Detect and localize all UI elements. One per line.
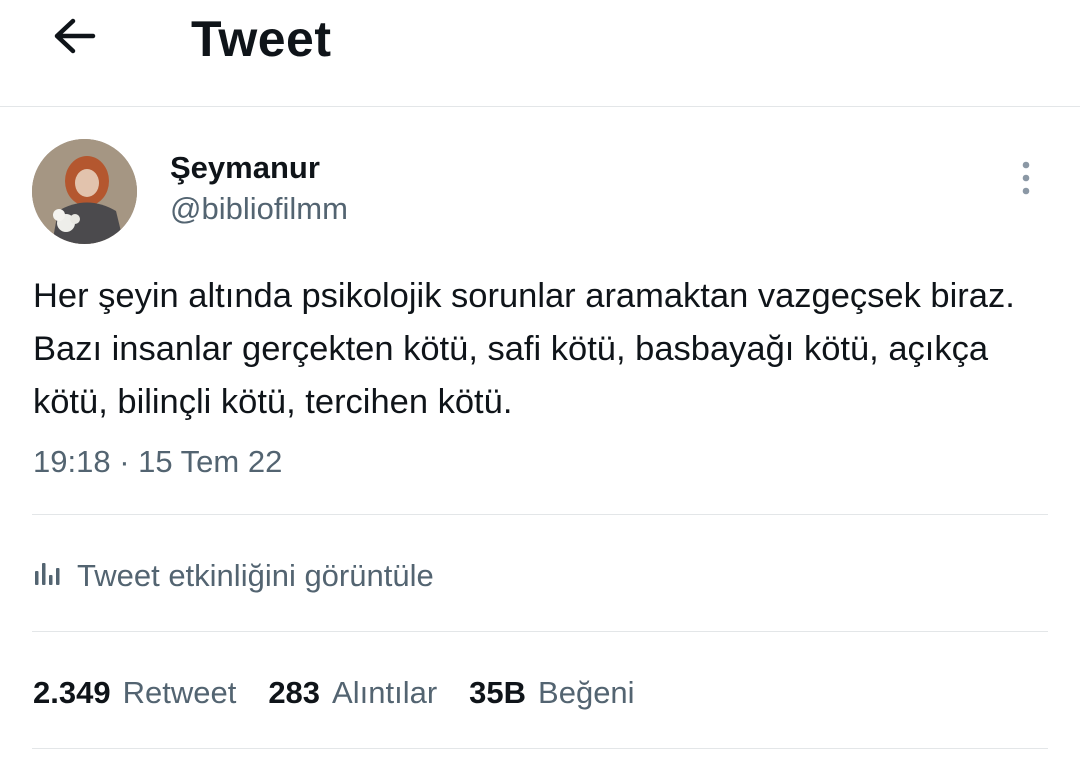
tweet-text: Her şeyin altında psikolojik sorunlar ar… [33, 277, 1015, 421]
avatar-image [32, 139, 137, 244]
retweets-count: 2.349 [33, 675, 111, 710]
likes-stat[interactable]: 35B Beğeni [469, 675, 634, 711]
more-vertical-icon [1020, 160, 1032, 201]
top-bar: Tweet [0, 0, 1080, 107]
quotes-count: 283 [268, 675, 321, 710]
quotes-stat[interactable]: 283 Alıntılar [268, 675, 437, 711]
user-handle: @bibliofilmm [170, 191, 348, 226]
divider [32, 631, 1048, 632]
divider [32, 748, 1048, 749]
page-title: Tweet [191, 11, 332, 67]
retweets-label: Retweet [122, 675, 237, 710]
view-tweet-activity-link[interactable]: Tweet etkinliğini görüntüle [33, 548, 434, 604]
arrow-left-icon [51, 16, 97, 61]
display-name[interactable]: Şeymanur [170, 148, 320, 188]
analytics-icon [33, 561, 61, 592]
more-options-button[interactable] [1006, 158, 1046, 202]
back-button[interactable] [44, 8, 104, 68]
retweets-stat[interactable]: 2.349 Retweet [33, 675, 236, 711]
quotes-label: Alıntılar [332, 675, 438, 710]
activity-label: Tweet etkinliğini görüntüle [77, 558, 434, 593]
likes-label: Beğeni [538, 675, 635, 710]
divider [32, 514, 1048, 515]
likes-count: 35B [469, 675, 527, 710]
tweet-timestamp[interactable]: 19:18 · 15 Tem 22 [33, 440, 282, 484]
avatar[interactable] [32, 139, 137, 244]
engagement-stats: 2.349 Retweet 283 Alıntılar 35B Beğeni [33, 668, 667, 718]
